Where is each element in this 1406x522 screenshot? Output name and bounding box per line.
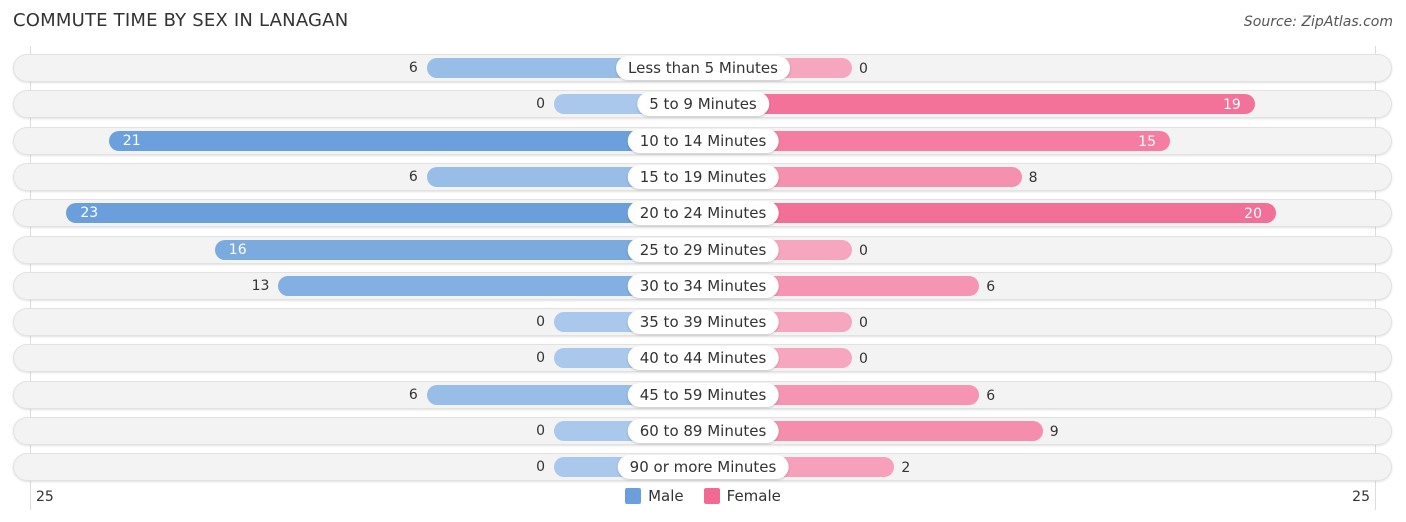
category-label: 10 to 14 Minutes [627, 128, 779, 153]
category-label: 45 to 59 Minutes [627, 382, 779, 407]
bar-female[interactable] [703, 94, 1255, 115]
category-label: Less than 5 Minutes [616, 56, 790, 80]
value-label-male: 6 [408, 60, 418, 76]
legend: Male Female [0, 487, 1406, 505]
value-label-female: 15 [1138, 133, 1156, 150]
value-label-female: 2 [901, 460, 911, 477]
legend-swatch-male [625, 488, 642, 504]
bar-female[interactable] [703, 203, 1276, 224]
value-label-female: 20 [1244, 206, 1262, 223]
source-label: Source: ZipAtlas.com [1243, 14, 1393, 30]
value-label-female: 6 [986, 387, 996, 404]
value-label-female: 0 [859, 61, 868, 77]
bar-male[interactable] [108, 130, 703, 151]
value-label-female: 0 [859, 351, 868, 368]
category-label: 30 to 34 Minutes [627, 273, 779, 298]
value-label-female: 6 [986, 278, 996, 295]
value-label-male: 0 [536, 314, 545, 331]
legend-label-male: Male [648, 487, 684, 505]
category-label: 15 to 19 Minutes [627, 164, 779, 189]
value-label-male: 13 [251, 277, 270, 294]
value-label-male: 6 [408, 168, 418, 185]
bar-male[interactable] [66, 203, 703, 224]
value-label-male: 0 [536, 459, 545, 476]
category-label: 60 to 89 Minutes [627, 419, 779, 443]
value-label-female: 0 [859, 242, 868, 259]
category-label: 90 or more Minutes [617, 455, 789, 480]
value-label-female: 9 [1049, 424, 1059, 440]
legend-label-female: Female [726, 487, 781, 505]
value-label-female: 19 [1222, 97, 1241, 114]
value-label-male: 23 [80, 205, 99, 222]
value-label-female: 8 [1028, 169, 1038, 186]
value-label-male: 21 [122, 132, 141, 149]
category-label: 25 to 29 Minutes [627, 237, 779, 262]
chart-title: COMMUTE TIME BY SEX IN LANAGAN [13, 10, 349, 31]
value-label-male: 0 [536, 423, 545, 439]
category-label: 40 to 44 Minutes [627, 346, 779, 371]
legend-item-female[interactable]: Female [703, 487, 781, 505]
category-label: 20 to 24 Minutes [627, 201, 779, 226]
value-label-male: 6 [408, 386, 418, 403]
category-label: 35 to 39 Minutes [627, 310, 779, 335]
legend-swatch-female [703, 488, 720, 504]
value-label-male: 0 [536, 350, 545, 367]
legend-item-male[interactable]: Male [625, 487, 684, 505]
value-label-female: 0 [859, 315, 868, 332]
category-label: 5 to 9 Minutes [637, 92, 769, 117]
value-label-male: 0 [536, 96, 545, 113]
value-label-male: 16 [228, 241, 247, 258]
